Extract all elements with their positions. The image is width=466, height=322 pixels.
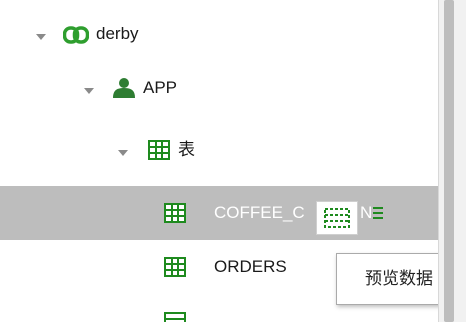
- table-icon: [164, 257, 186, 277]
- preview-data-button[interactable]: [316, 201, 358, 235]
- node-label: ORDERS: [214, 257, 287, 276]
- table-icon: [148, 140, 170, 160]
- list-icon: [373, 207, 383, 219]
- link-icon: [63, 26, 89, 44]
- vertical-scrollbar-thumb[interactable]: [444, 0, 454, 322]
- tree-node-tables-folder[interactable]: 表: [0, 124, 438, 178]
- node-label-suffix: N: [360, 203, 373, 222]
- tree-node-coffee-table[interactable]: COFFEE_C N: [0, 186, 438, 240]
- table-icon: [164, 203, 186, 223]
- user-icon: [113, 78, 135, 98]
- expand-arrow-icon[interactable]: [36, 34, 46, 40]
- table-icon: [164, 312, 186, 322]
- tree-node-derby[interactable]: derby: [0, 8, 438, 62]
- tree-node-app[interactable]: APP: [0, 62, 438, 116]
- node-label: 表: [178, 140, 195, 159]
- expand-arrow-icon[interactable]: [84, 88, 94, 94]
- expand-arrow-icon[interactable]: [118, 150, 128, 156]
- node-label: derby: [96, 24, 139, 43]
- node-label: APP: [143, 78, 178, 97]
- preview-data-icon: [324, 208, 350, 228]
- node-label: COFFEE_C: [214, 203, 305, 222]
